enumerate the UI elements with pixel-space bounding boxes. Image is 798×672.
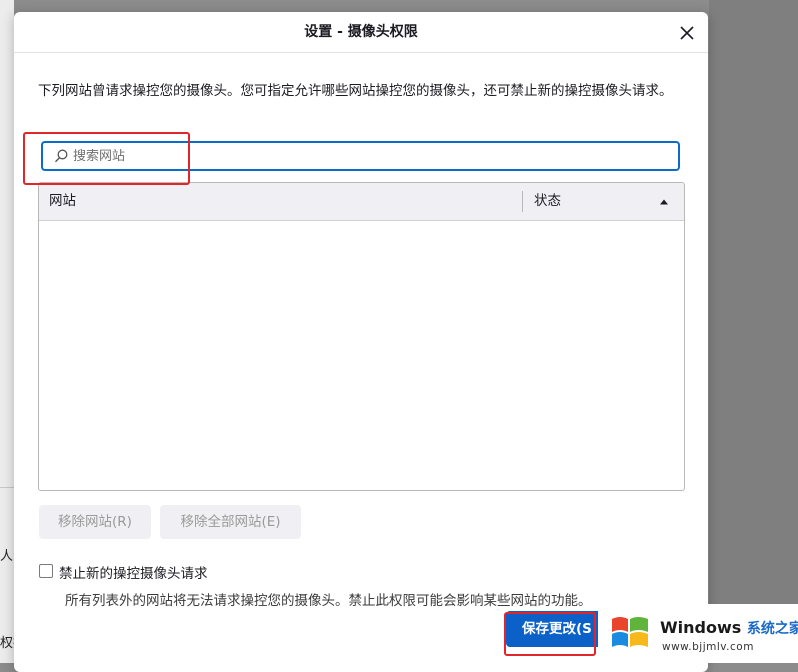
block-new-requests-checkbox[interactable] bbox=[39, 564, 53, 578]
windows-logo-icon bbox=[612, 617, 648, 647]
annotation-highlight-search bbox=[23, 132, 190, 185]
remove-site-button[interactable]: 移除网站(R) bbox=[39, 505, 151, 539]
sort-ascending-icon[interactable] bbox=[659, 197, 669, 207]
dialog-description: 下列网站曾请求操控您的摄像头。您可指定允许哪些网站操控您的摄像头，还可禁止新的操… bbox=[38, 83, 673, 99]
watermark-brand: Windows 系统之家 bbox=[660, 618, 798, 638]
annotation-highlight-save bbox=[504, 612, 596, 656]
title-divider bbox=[14, 52, 708, 53]
close-button[interactable] bbox=[676, 22, 698, 44]
table-header: 网站 状态 bbox=[39, 183, 684, 221]
column-header-status[interactable]: 状态 bbox=[534, 183, 561, 220]
camera-permissions-dialog: 设置 - 摄像头权限 下列网站曾请求操控您的摄像头。您可指定允许哪些网站操控您的… bbox=[14, 12, 708, 672]
watermark: Windows 系统之家 www.bjjmlv.com bbox=[598, 604, 798, 663]
column-header-site[interactable]: 网站 bbox=[49, 183, 76, 220]
dialog-title: 设置 - 摄像头权限 bbox=[304, 24, 418, 40]
block-new-requests-label[interactable]: 禁止新的操控摄像头请求 bbox=[59, 562, 208, 582]
background-text-fragment: 人 bbox=[0, 549, 14, 564]
background-page: 人 权据 bbox=[0, 0, 14, 663]
sites-table: 网站 状态 bbox=[38, 182, 685, 491]
watermark-url: www.bjjmlv.com bbox=[662, 641, 754, 653]
divider bbox=[0, 487, 14, 488]
close-icon bbox=[680, 26, 694, 40]
column-divider[interactable] bbox=[522, 191, 523, 212]
background-overlay bbox=[709, 0, 798, 663]
watermark-brand-cn: 系统之家 bbox=[746, 621, 798, 637]
watermark-brand-en: Windows bbox=[660, 618, 742, 637]
remove-all-sites-button[interactable]: 移除全部网站(E) bbox=[160, 505, 301, 539]
background-text-fragment: 权据 bbox=[0, 636, 14, 651]
block-new-requests-hint: 所有列表外的网站将无法请求操控您的摄像头。禁止此权限可能会影响某些网站的功能。 bbox=[65, 593, 592, 609]
